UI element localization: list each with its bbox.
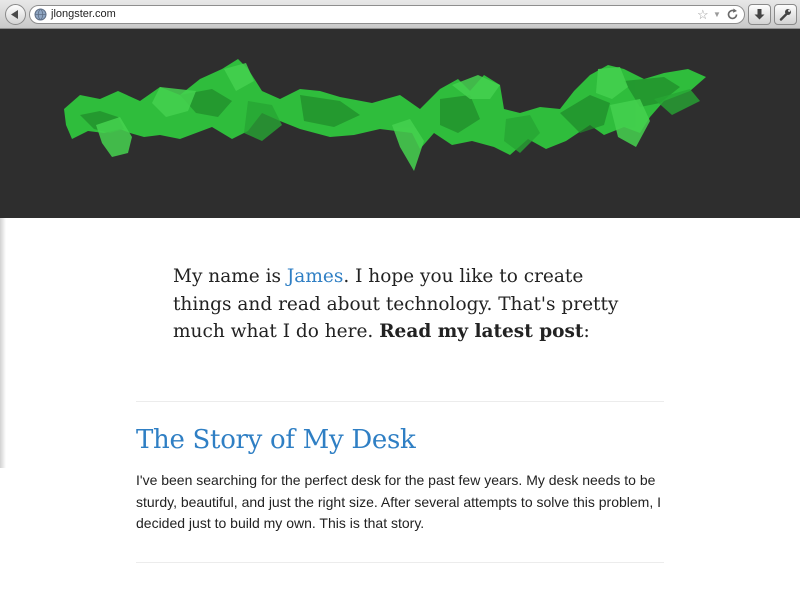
back-button[interactable] bbox=[5, 4, 26, 25]
divider-bottom bbox=[136, 562, 664, 563]
browser-toolbar: jlongster.com ☆ ▼ bbox=[0, 0, 800, 29]
header-banner bbox=[0, 29, 800, 218]
intro-paragraph: My name is James. I hope you like to cre… bbox=[173, 263, 643, 346]
intro-prefix: My name is bbox=[173, 266, 287, 287]
intro-suffix: : bbox=[583, 321, 590, 342]
back-arrow-icon bbox=[11, 10, 18, 19]
tools-button[interactable] bbox=[774, 4, 797, 25]
reload-icon[interactable] bbox=[726, 8, 739, 21]
latest-post-cta: Read my latest post bbox=[379, 321, 584, 342]
sidebar-edge-shadow bbox=[0, 218, 6, 468]
address-bar[interactable]: jlongster.com ☆ ▼ bbox=[29, 5, 745, 24]
download-icon bbox=[754, 9, 765, 20]
wrench-icon bbox=[779, 9, 791, 21]
star-icon[interactable]: ☆ bbox=[697, 7, 709, 22]
divider-top bbox=[136, 401, 664, 402]
dropdown-arrow-icon[interactable]: ▼ bbox=[713, 9, 721, 20]
post-title-link[interactable]: The Story of My Desk bbox=[136, 423, 416, 457]
download-button[interactable] bbox=[748, 4, 771, 25]
url-text[interactable]: jlongster.com bbox=[51, 8, 116, 21]
post-excerpt: I've been searching for the perfect desk… bbox=[136, 472, 661, 531]
author-name-link[interactable]: James bbox=[287, 266, 343, 287]
green-ribbon-graphic bbox=[64, 59, 706, 171]
globe-icon bbox=[34, 8, 47, 21]
